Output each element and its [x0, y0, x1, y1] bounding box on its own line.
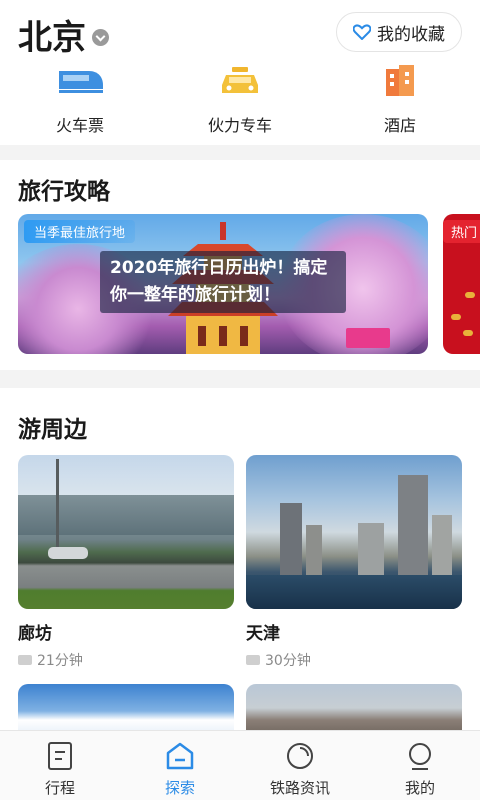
chevron-down-icon	[92, 29, 109, 46]
river	[246, 575, 462, 609]
destination-card-tianjin[interactable]: 天津 30分钟	[246, 455, 462, 670]
banner-caption: 2020年旅行日历出炉！搞定你一整年的旅行计划！	[100, 251, 346, 313]
tab-itinerary[interactable]: 行程	[0, 731, 120, 800]
section-title: 旅行攻略	[18, 179, 110, 205]
station-building	[18, 495, 234, 535]
quick-link-train[interactable]: 火车票	[20, 62, 140, 136]
tab-label: 探索	[164, 779, 195, 797]
lantern-decoration	[451, 314, 461, 320]
city-name: 北京	[18, 18, 86, 58]
banner-tag: 热门	[443, 220, 480, 243]
car-decoration	[48, 547, 88, 559]
building	[432, 515, 452, 575]
tab-explore[interactable]: 探索	[120, 731, 240, 800]
tab-label: 铁路资讯	[269, 779, 330, 797]
tab-railway-news[interactable]: 铁路资讯	[240, 731, 360, 800]
lantern-decoration	[465, 292, 475, 298]
tab-label: 行程	[44, 779, 75, 797]
car-icon	[222, 67, 258, 93]
section-title: 游周边	[18, 417, 87, 443]
banner-tag: 当季最佳旅行地	[24, 220, 136, 243]
hotel-icon	[386, 65, 414, 96]
favorites-label: 我的收藏	[377, 24, 445, 45]
itinerary-icon	[48, 742, 72, 770]
profile-icon	[409, 743, 431, 770]
lamp-pole	[56, 459, 59, 559]
explore-icon	[166, 742, 194, 770]
sign-decoration	[346, 328, 390, 348]
destination-name: 天津	[246, 624, 280, 644]
quick-link-label: 酒店	[383, 116, 416, 135]
building	[358, 523, 384, 575]
heart-icon	[353, 24, 371, 40]
quick-link-hotel[interactable]: 酒店	[340, 62, 460, 136]
header: 北京 我的收藏 火车票 伙力专车 酒店	[0, 0, 480, 145]
building	[398, 475, 428, 575]
tab-profile[interactable]: 我的	[360, 731, 480, 800]
tab-label: 我的	[404, 779, 435, 797]
travel-time: 21分钟	[18, 650, 234, 670]
train-icon	[18, 655, 32, 665]
building	[306, 525, 322, 575]
quick-link-car[interactable]: 伙力专车	[180, 62, 300, 136]
train-icon	[59, 71, 103, 93]
travel-time-value: 21分钟	[37, 653, 83, 669]
destination-photo	[18, 455, 234, 609]
destination-name: 廊坊	[18, 624, 52, 644]
guide-banner[interactable]: 当季最佳旅行地 2020年旅行日历出炉！搞定你一整年的旅行计划！	[18, 214, 428, 354]
railway-news-icon	[287, 743, 313, 769]
train-icon	[246, 655, 260, 665]
quick-link-label: 伙力专车	[207, 116, 272, 135]
quick-link-label: 火车票	[55, 116, 104, 135]
city-selector[interactable]: 北京	[18, 10, 109, 59]
building	[280, 503, 302, 575]
guide-banner[interactable]: 热门	[443, 214, 480, 354]
destination-card-langfang[interactable]: 廊坊 21分钟	[18, 455, 234, 670]
favorites-button[interactable]: 我的收藏	[336, 12, 462, 52]
bottom-tab-bar: 行程 探索 铁路资讯 我的	[0, 730, 480, 800]
travel-guides-section: 旅行攻略 当季最佳旅行地 2020年旅行日历出炉！搞定你一整年的旅行计划！ 热门	[0, 160, 480, 370]
travel-time-value: 30分钟	[265, 653, 311, 669]
lantern-decoration	[463, 330, 473, 336]
nearby-section: 游周边 廊坊 21分钟 天津 30分钟	[0, 388, 480, 744]
travel-time: 30分钟	[246, 650, 462, 670]
destination-photo	[246, 455, 462, 609]
